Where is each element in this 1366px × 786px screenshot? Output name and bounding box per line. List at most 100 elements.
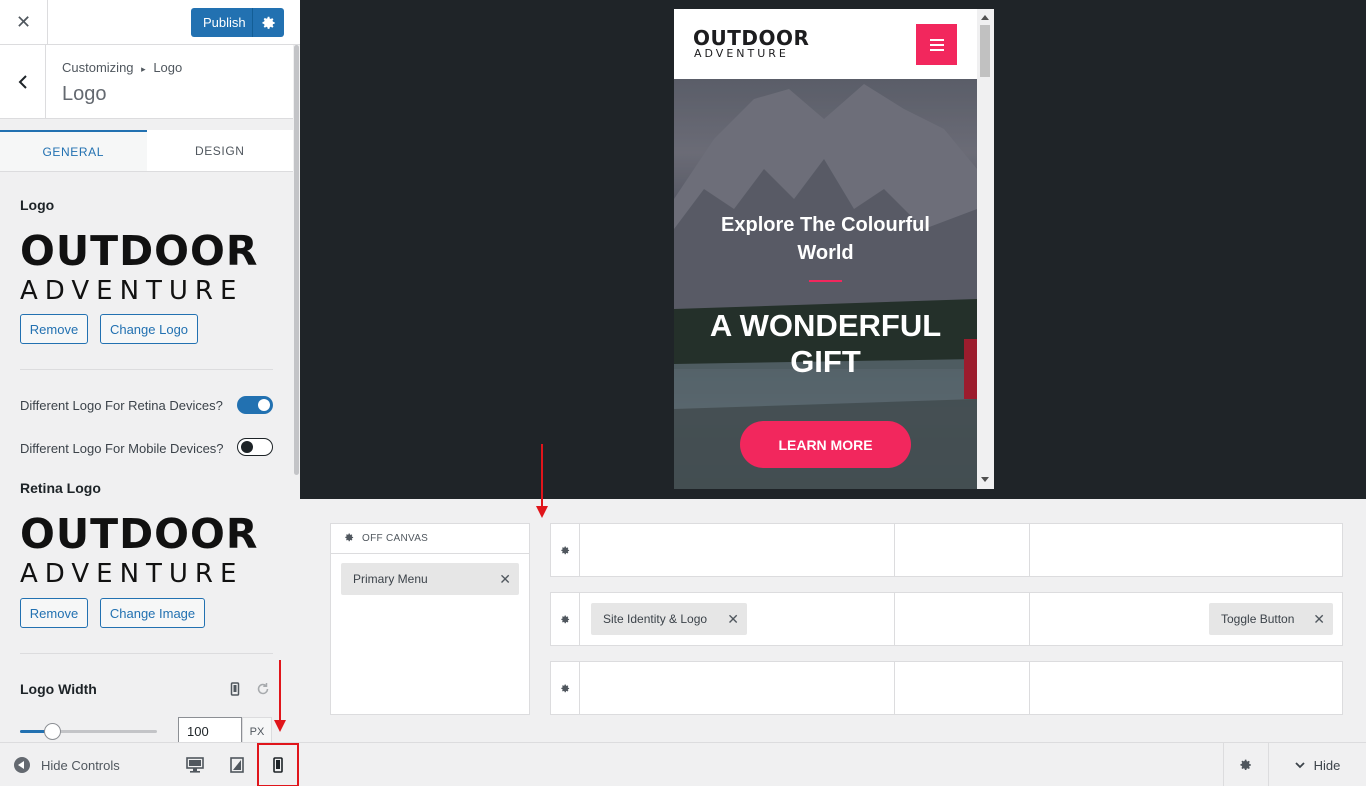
- change-image-button[interactable]: Change Image: [100, 598, 205, 628]
- desktop-preview-button[interactable]: [185, 755, 205, 775]
- section-title: Logo: [62, 83, 107, 105]
- mobile-preview-button[interactable]: [268, 755, 288, 775]
- off-canvas-header[interactable]: OFF CANVAS: [331, 524, 529, 554]
- chip-label: Site Identity & Logo: [603, 612, 708, 626]
- section-header: Customizing ▸ Logo Logo: [0, 45, 293, 119]
- chip-label: Toggle Button: [1221, 612, 1295, 626]
- retina-toggle-label: Different Logo For Retina Devices?: [20, 398, 223, 413]
- site-identity-chip[interactable]: Site Identity & Logo ✕: [591, 603, 747, 635]
- gear-icon: [560, 614, 569, 623]
- header-row-top: [550, 523, 1343, 577]
- close-customizer-button[interactable]: ✕: [0, 0, 48, 45]
- header-builder: OFF CANVAS Primary Menu ✕ Site Identity …: [300, 499, 1366, 742]
- retina-logo-line-1: OUTDOOR: [20, 510, 259, 558]
- retina-logo-line-2: ADVENTURE: [20, 559, 244, 589]
- tablet-icon: [230, 757, 244, 773]
- toggle-button-chip[interactable]: Toggle Button ✕: [1209, 603, 1333, 635]
- breadcrumb: Customizing ▸ Logo: [62, 60, 182, 75]
- collapse-icon: [14, 757, 30, 773]
- back-button[interactable]: [0, 45, 46, 118]
- row-settings-button[interactable]: [551, 593, 580, 645]
- off-canvas-column: OFF CANVAS Primary Menu ✕: [330, 523, 530, 715]
- learn-more-button[interactable]: LEARN MORE: [740, 421, 911, 468]
- gear-icon[interactable]: [345, 532, 354, 545]
- breadcrumb-current: Logo: [153, 60, 183, 75]
- reset-icon[interactable]: [256, 682, 270, 701]
- mobile-icon: [273, 757, 283, 773]
- site-logo-line-2[interactable]: ADVENTURE: [694, 47, 789, 60]
- header-row-bottom: [550, 661, 1343, 715]
- gear-icon: [1240, 759, 1251, 771]
- primary-menu-chip[interactable]: Primary Menu ✕: [341, 563, 519, 595]
- scroll-down-icon[interactable]: [981, 477, 989, 482]
- panel-topbar: ✕ Publish: [0, 0, 300, 45]
- column-divider: [1029, 524, 1030, 576]
- chip-label: Primary Menu: [353, 572, 428, 586]
- breadcrumb-separator: ▸: [141, 64, 146, 74]
- close-icon[interactable]: ✕: [1313, 611, 1325, 628]
- mobile-toggle-label: Different Logo For Mobile Devices?: [20, 441, 224, 456]
- publish-button[interactable]: Publish: [191, 8, 253, 37]
- row-settings-button[interactable]: [551, 524, 580, 576]
- tablet-preview-button[interactable]: [227, 755, 247, 775]
- close-icon[interactable]: ✕: [727, 611, 739, 628]
- hide-controls-label: Hide Controls: [41, 757, 120, 773]
- customizer-footer: Hide Controls Hide: [0, 742, 1366, 786]
- hero-subtitle: Explore The Colourful World: [721, 214, 930, 264]
- gear-icon: [560, 683, 569, 692]
- retina-logo-preview: OUTDOOR ADVENTURE: [20, 510, 275, 589]
- mobile-preview-frame: OUTDOOR ADVENTURE Explore The Colourful …: [674, 9, 994, 489]
- header-row-main: Site Identity & Logo ✕ Toggle Button ✕: [550, 592, 1343, 646]
- hero-divider: [809, 280, 842, 282]
- row-settings-button[interactable]: [551, 662, 580, 714]
- remove-logo-button[interactable]: Remove: [20, 314, 88, 344]
- hide-builder-button[interactable]: Hide: [1268, 743, 1366, 786]
- panel-scrollbar[interactable]: [293, 45, 300, 742]
- site-header: OUTDOOR ADVENTURE: [674, 9, 977, 79]
- column-divider: [894, 524, 895, 576]
- publish-group: Publish: [191, 8, 284, 37]
- retina-logo-label: Retina Logo: [20, 480, 101, 496]
- tab-general[interactable]: GENERAL: [0, 130, 147, 171]
- column-divider: [1029, 593, 1030, 645]
- panel-tabs: GENERAL DESIGN: [0, 130, 293, 172]
- column-divider: [1029, 662, 1030, 714]
- remove-retina-logo-button[interactable]: Remove: [20, 598, 88, 628]
- hide-controls-button[interactable]: Hide Controls: [14, 757, 120, 773]
- preview-scroll-thumb[interactable]: [980, 25, 990, 77]
- tab-design[interactable]: DESIGN: [147, 130, 294, 171]
- logo-label: Logo: [20, 197, 55, 213]
- slider-handle[interactable]: [44, 723, 61, 740]
- customizer-panel: ✕ Publish Customizing ▸ Logo Logo GENERA…: [0, 0, 300, 742]
- hide-label: Hide: [1313, 757, 1341, 773]
- desktop-icon: [186, 757, 204, 773]
- off-canvas-label: OFF CANVAS: [362, 533, 429, 544]
- preview-scrollbar[interactable]: [977, 9, 994, 489]
- close-icon: ✕: [15, 12, 32, 32]
- logo-line-2: ADVENTURE: [20, 276, 244, 306]
- mobile-device-icon[interactable]: [230, 682, 240, 701]
- chevron-down-icon: [1294, 762, 1305, 769]
- column-divider: [894, 593, 895, 645]
- gear-icon: [560, 545, 569, 554]
- change-logo-button[interactable]: Change Logo: [100, 314, 198, 344]
- annotation-arrow: [541, 444, 543, 508]
- scroll-thumb[interactable]: [294, 45, 299, 475]
- annotation-arrow-head: [274, 720, 286, 732]
- logo-width-slider[interactable]: [20, 730, 157, 733]
- scroll-up-icon[interactable]: [981, 15, 989, 20]
- column-divider: [894, 662, 895, 714]
- publish-settings-button[interactable]: [253, 8, 284, 37]
- annotation-arrow-head: [536, 506, 548, 518]
- retina-logo-toggle[interactable]: [237, 396, 273, 414]
- mobile-logo-toggle[interactable]: [237, 438, 273, 456]
- menu-toggle-button[interactable]: [916, 24, 957, 65]
- divider: [20, 653, 273, 654]
- logo-width-input[interactable]: 100: [178, 717, 242, 742]
- unit-label: PX: [242, 717, 272, 742]
- annotation-arrow: [279, 660, 281, 722]
- close-icon[interactable]: ✕: [499, 571, 511, 588]
- breadcrumb-root: Customizing: [62, 60, 134, 75]
- chevron-left-icon: [18, 74, 27, 89]
- preview-settings-button[interactable]: [1223, 743, 1268, 786]
